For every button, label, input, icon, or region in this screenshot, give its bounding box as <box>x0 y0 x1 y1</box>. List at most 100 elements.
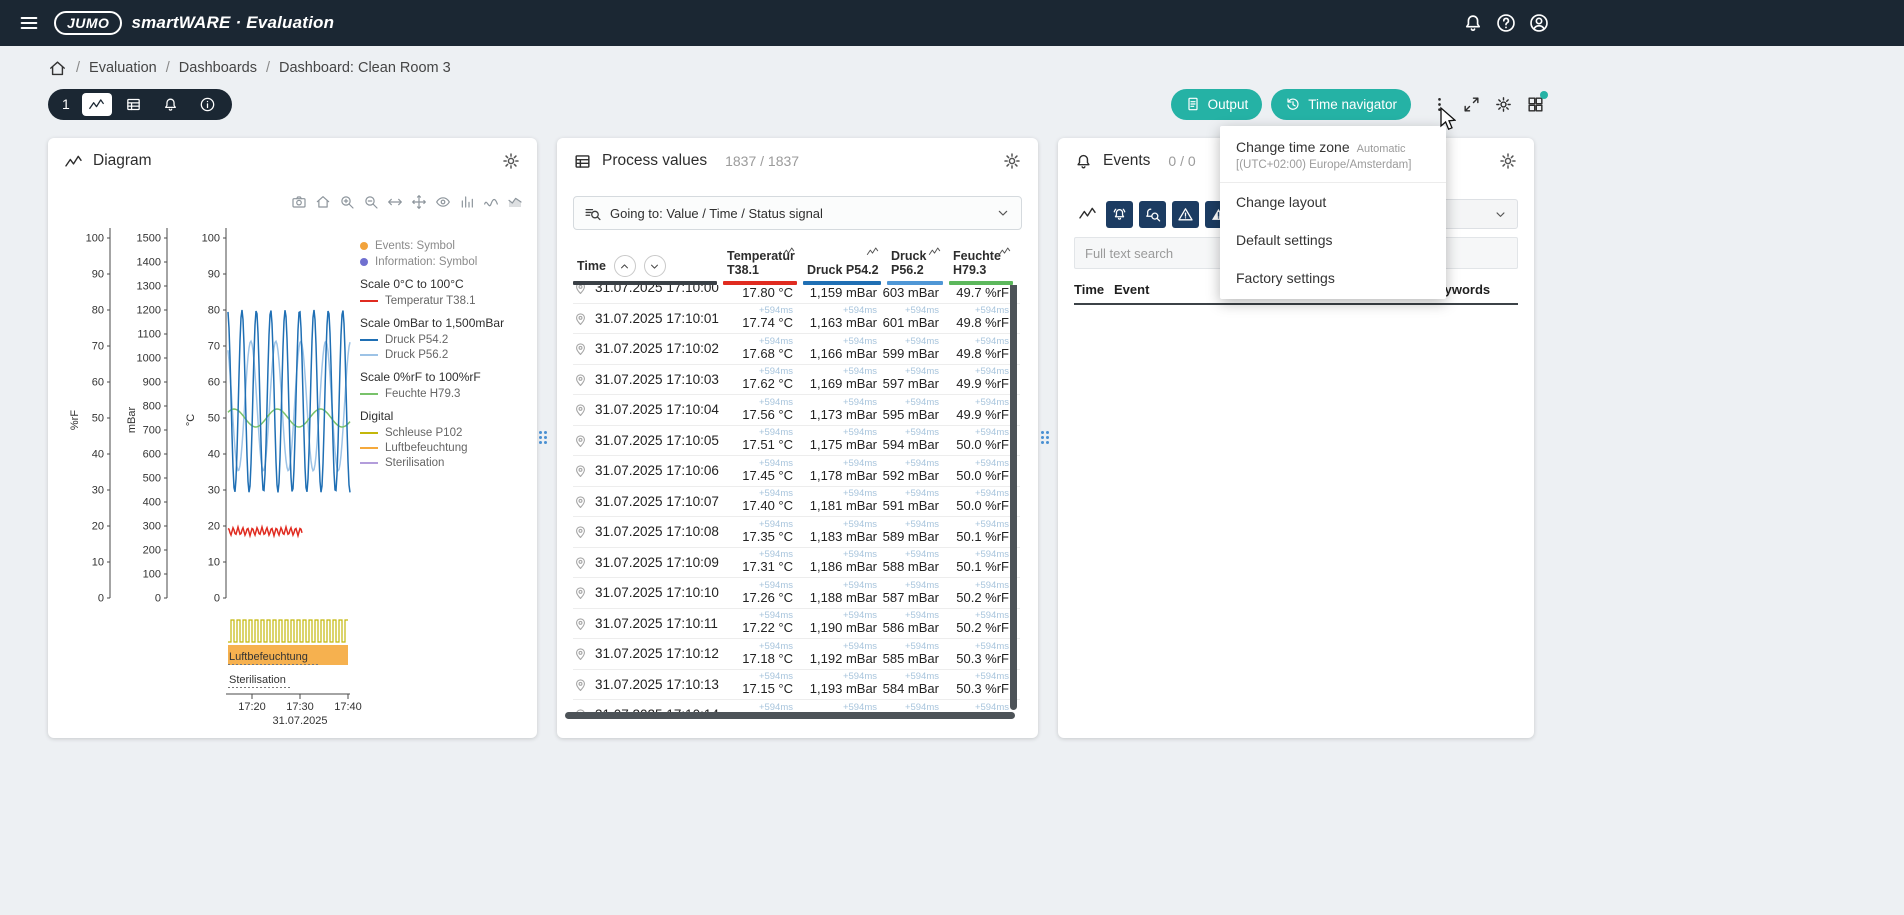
svg-text:100: 100 <box>86 233 104 245</box>
sort-down-button[interactable] <box>644 255 666 277</box>
question-icon[interactable] <box>1495 12 1517 34</box>
process-table-row[interactable]: 31.07.2025 17:10:13+594ms17.15 °C+594ms1… <box>573 670 1020 701</box>
svg-text:100: 100 <box>143 569 161 581</box>
breadcrumb-item[interactable]: Dashboards <box>179 60 257 76</box>
pin-icon <box>573 433 588 448</box>
legend-entry[interactable]: Sterilisation <box>360 457 532 469</box>
horizontal-scrollbar[interactable] <box>565 712 1015 719</box>
process-table-row[interactable]: 31.07.2025 17:10:00+594ms17.80 °C+594ms1… <box>573 285 1020 304</box>
dashboard-number: 1 <box>62 96 70 112</box>
expand-button[interactable] <box>1458 91 1484 117</box>
person-icon[interactable] <box>1528 12 1550 34</box>
process-table-row[interactable]: 31.07.2025 17:10:04+594ms17.56 °C+594ms1… <box>573 395 1020 426</box>
process-filter-dropdown[interactable]: Going to: Value / Time / Status signal <box>573 196 1022 230</box>
menu-item[interactable]: Default settings <box>1220 221 1446 259</box>
view-table-button[interactable] <box>119 93 149 116</box>
legend-entry[interactable]: Feuchte H79.3 <box>360 388 532 400</box>
dashboard-panels: Diagram 1009080706050403020100%rF1500140… <box>0 124 1904 738</box>
svg-text:1500: 1500 <box>137 233 161 245</box>
process-column-header[interactable]: FeuchteH79.3 <box>949 242 1019 285</box>
diagram-settings-icon[interactable] <box>501 151 521 171</box>
process-table-row[interactable]: 31.07.2025 17:10:06+594ms17.45 °C+594ms1… <box>573 456 1020 487</box>
process-settings-icon[interactable] <box>1002 151 1022 171</box>
process-table-row[interactable]: 31.07.2025 17:10:05+594ms17.51 °C+594ms1… <box>573 426 1020 457</box>
sort-up-button[interactable] <box>614 255 636 277</box>
menu-item[interactable]: Factory settings <box>1220 259 1446 297</box>
warn-filter-button[interactable] <box>1172 201 1199 228</box>
process-table-row[interactable]: 31.07.2025 17:10:09+594ms17.31 °C+594ms1… <box>573 548 1020 579</box>
process-table-row[interactable]: 31.07.2025 17:10:03+594ms17.62 °C+594ms1… <box>573 365 1020 396</box>
pin-icon <box>573 524 588 539</box>
top-bar: JUMO smartWARE · Evaluation <box>0 0 1904 46</box>
legend-symbol: Information: Symbol <box>360 256 532 268</box>
process-table-row[interactable]: 31.07.2025 17:10:01+594ms17.74 °C+594ms1… <box>573 304 1020 335</box>
hamburger-menu-icon[interactable] <box>18 12 40 34</box>
view-chart-button[interactable] <box>82 93 112 116</box>
process-column-header[interactable]: TemperaturT38.1 <box>723 242 803 285</box>
svg-text:40: 40 <box>92 449 104 461</box>
svg-text:%rF: %rF <box>69 410 81 430</box>
process-table-row[interactable]: 31.07.2025 17:10:10+594ms17.26 °C+594ms1… <box>573 578 1020 609</box>
svg-text:200: 200 <box>143 545 161 557</box>
process-table-row[interactable]: 31.07.2025 17:10:08+594ms17.35 °C+594ms1… <box>573 517 1020 548</box>
view-bell-button[interactable] <box>156 93 186 116</box>
view-switcher: 1 <box>48 89 232 120</box>
pin-icon <box>573 646 588 661</box>
bell-ring-filter-button[interactable] <box>1106 201 1133 228</box>
diagram-panel: Diagram 1009080706050403020100%rF1500140… <box>48 138 537 738</box>
time-navigator-button[interactable]: Time navigator <box>1271 89 1411 120</box>
vertical-scrollbar[interactable] <box>1010 248 1017 710</box>
pin-icon <box>573 372 588 387</box>
pin-icon <box>573 463 588 478</box>
legend-entry[interactable]: Druck P54.2 <box>360 334 532 346</box>
legend-entry[interactable]: Luftbefeuchtung <box>360 442 532 454</box>
bell-icon[interactable] <box>1462 12 1484 34</box>
pin-icon <box>573 311 588 326</box>
process-column-header[interactable]: DruckP56.2 <box>887 242 949 285</box>
svg-text:30: 30 <box>92 485 104 497</box>
pin-icon <box>573 585 588 600</box>
svg-text:17:30: 17:30 <box>286 701 314 713</box>
process-table-row[interactable]: 31.07.2025 17:10:07+594ms17.40 °C+594ms1… <box>573 487 1020 518</box>
events-settings-icon[interactable] <box>1498 151 1518 171</box>
grid-button[interactable] <box>1522 91 1548 117</box>
svg-text:500: 500 <box>143 473 161 485</box>
column-chart-icon[interactable] <box>928 245 941 258</box>
panel-resize-handle[interactable] <box>538 424 547 450</box>
svg-text:30: 30 <box>208 485 220 497</box>
process-table: 31.07.2025 17:10:00+594ms17.80 °C+594ms1… <box>573 285 1020 716</box>
svg-text:90: 90 <box>208 269 220 281</box>
svg-text:20: 20 <box>208 521 220 533</box>
dots-v-button[interactable] <box>1426 91 1452 117</box>
legend-entry[interactable]: Druck P56.2 <box>360 349 532 361</box>
home-icon[interactable] <box>48 59 67 78</box>
column-chart-icon[interactable] <box>866 245 879 258</box>
legend-entry[interactable]: Schleuse P102 <box>360 427 532 439</box>
legend-entry[interactable]: Temperatur T38.1 <box>360 295 532 307</box>
menu-item[interactable]: Change time zoneAutomatic[(UTC+02:00) Eu… <box>1220 128 1446 183</box>
process-filter-label: Going to: Value / Time / Status signal <box>610 206 823 221</box>
svg-text:60: 60 <box>208 377 220 389</box>
process-title: Process values <box>602 152 707 170</box>
process-table-row[interactable]: 31.07.2025 17:10:12+594ms17.18 °C+594ms1… <box>573 639 1020 670</box>
view-info-button[interactable] <box>193 93 223 116</box>
menu-item[interactable]: Change layout <box>1220 183 1446 221</box>
breadcrumb-item[interactable]: Evaluation <box>89 60 157 76</box>
column-chart-icon[interactable] <box>998 245 1011 258</box>
process-table-row[interactable]: 31.07.2025 17:10:02+594ms17.68 °C+594ms1… <box>573 334 1020 365</box>
pin-icon <box>573 341 588 356</box>
column-chart-icon[interactable] <box>782 245 795 258</box>
process-column-header[interactable]: Druck P54.2 <box>803 242 887 285</box>
breadcrumb-separator: / <box>266 60 270 76</box>
process-column-header: Time <box>573 242 723 285</box>
jumo-logo: JUMO <box>54 11 122 35</box>
svg-text:0: 0 <box>98 593 104 605</box>
bell-search-filter-button[interactable] <box>1139 201 1166 228</box>
output-button[interactable]: Output <box>1171 89 1263 120</box>
gear-button[interactable] <box>1490 91 1516 117</box>
chart-filter-button[interactable] <box>1074 201 1100 227</box>
panel-resize-handle[interactable] <box>1040 424 1049 450</box>
svg-text:1100: 1100 <box>137 329 161 341</box>
breadcrumb-item[interactable]: Dashboard: Clean Room 3 <box>279 60 451 76</box>
process-table-row[interactable]: 31.07.2025 17:10:11+594ms17.22 °C+594ms1… <box>573 609 1020 640</box>
